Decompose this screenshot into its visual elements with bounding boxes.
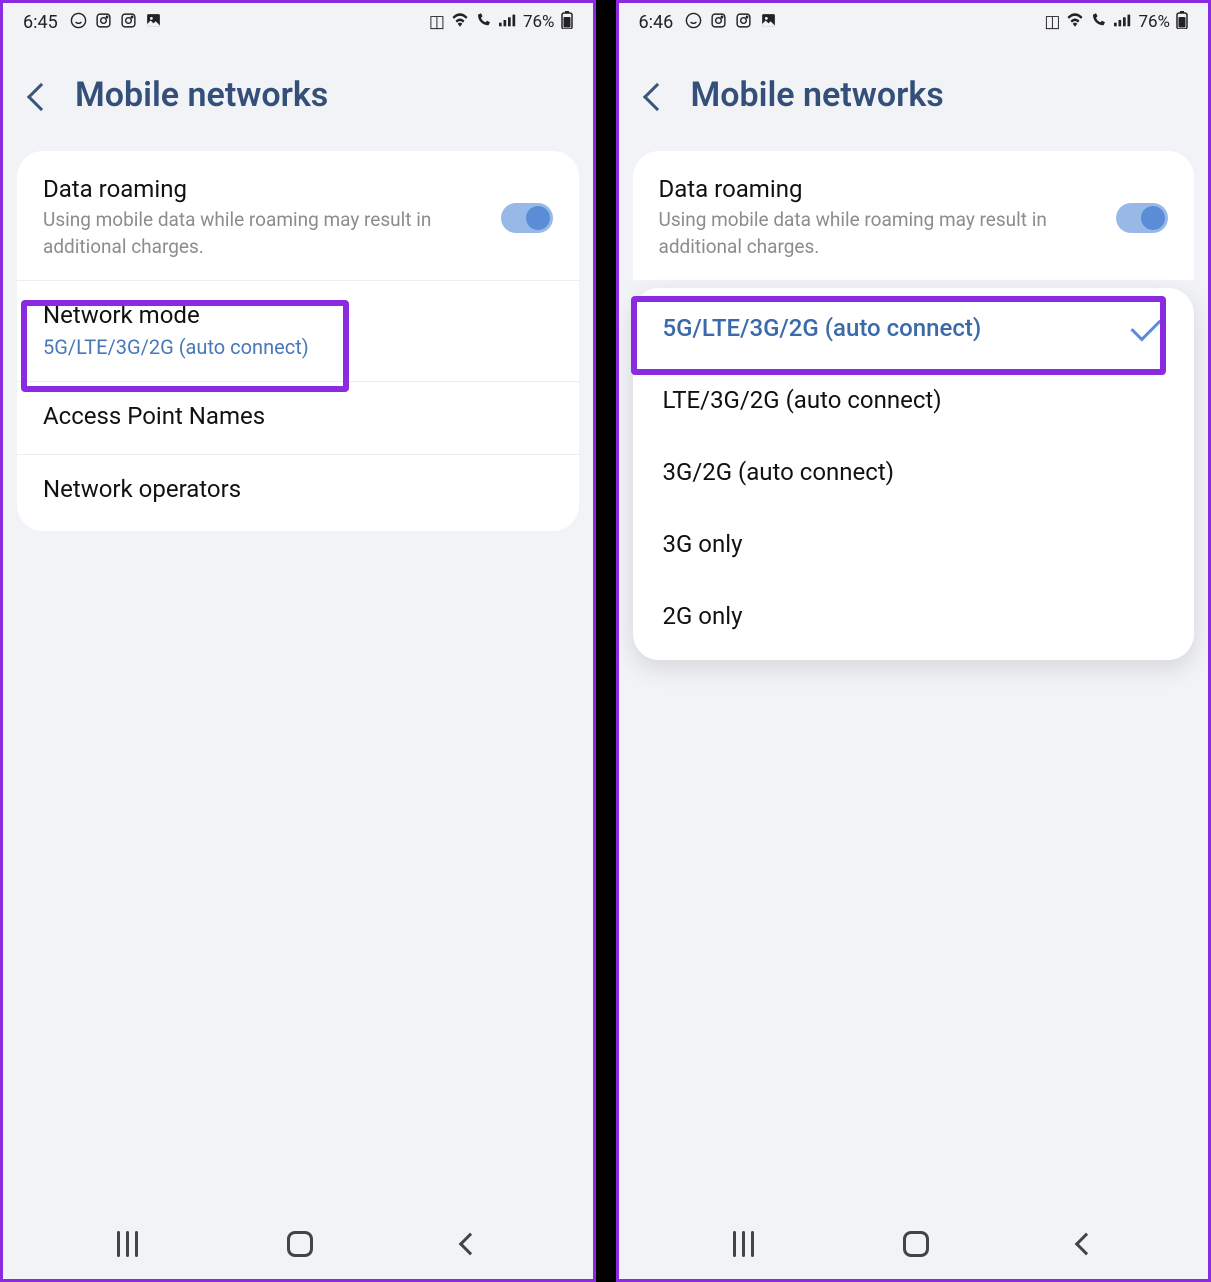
signal-icon <box>1114 13 1132 31</box>
status-time: 6:46 <box>639 12 674 33</box>
dropdown-option[interactable]: 3G/2G (auto connect) <box>633 436 1195 508</box>
battery-percent: 76% <box>1138 12 1170 32</box>
power-save-icon: ◫ <box>429 14 445 31</box>
nav-bar <box>3 1209 593 1279</box>
whatsapp-icon <box>685 12 702 33</box>
power-save-icon: ◫ <box>1044 14 1060 31</box>
network-mode-title: Network mode <box>43 301 553 329</box>
back-icon[interactable] <box>642 83 670 111</box>
battery-icon <box>1176 11 1188 33</box>
page-header: Mobile networks <box>3 39 593 143</box>
nav-back-icon[interactable] <box>459 1233 482 1256</box>
divider <box>596 0 616 1282</box>
back-icon[interactable] <box>27 83 55 111</box>
settings-card: Data roaming Using mobile data while roa… <box>17 151 579 531</box>
nav-recent-icon[interactable] <box>117 1231 138 1257</box>
right-screenshot: 6:46 ◫ 76% <box>616 0 1211 1282</box>
wifi-icon <box>451 13 469 31</box>
data-roaming-row[interactable]: Data roaming Using mobile data while roa… <box>633 155 1195 280</box>
dropdown-option-label: 5G/LTE/3G/2G (auto connect) <box>663 314 982 342</box>
wifi-icon <box>1066 13 1084 31</box>
apn-row[interactable]: Access Point Names <box>17 382 579 455</box>
dropdown-option-label: 2G only <box>663 602 743 630</box>
nav-back-icon[interactable] <box>1074 1233 1097 1256</box>
data-roaming-sub: Using mobile data while roaming may resu… <box>43 207 501 260</box>
page-title: Mobile networks <box>75 75 328 115</box>
instagram-icon <box>95 12 112 33</box>
network-mode-sub: 5G/LTE/3G/2G (auto connect) <box>43 333 553 361</box>
nav-home-icon[interactable] <box>903 1231 929 1257</box>
status-bar: 6:46 ◫ 76% <box>619 3 1209 39</box>
volte-icon <box>1090 13 1108 31</box>
nav-home-icon[interactable] <box>287 1231 313 1257</box>
dropdown-option-label: 3G only <box>663 530 743 558</box>
operators-title: Network operators <box>43 475 553 503</box>
instagram-icon-2 <box>735 12 752 33</box>
page-title: Mobile networks <box>691 75 944 115</box>
dropdown-option[interactable]: 3G only <box>633 508 1195 580</box>
dropdown-option[interactable]: LTE/3G/2G (auto connect) <box>633 364 1195 436</box>
network-mode-row[interactable]: Network mode 5G/LTE/3G/2G (auto connect) <box>17 281 579 382</box>
instagram-icon <box>710 12 727 33</box>
nav-recent-icon[interactable] <box>733 1231 754 1257</box>
dropdown-option-label: LTE/3G/2G (auto connect) <box>663 386 942 414</box>
dropdown-option-selected[interactable]: 5G/LTE/3G/2G (auto connect) <box>633 292 1195 364</box>
image-icon <box>760 12 777 33</box>
status-bar: 6:45 ◫ 76% <box>3 3 593 39</box>
data-roaming-switch[interactable] <box>1116 203 1168 233</box>
dropdown-option-label: 3G/2G (auto connect) <box>663 458 895 486</box>
page-header: Mobile networks <box>619 39 1209 143</box>
left-screenshot: 6:45 ◫ 76% <box>0 0 596 1282</box>
volte-icon <box>475 13 493 31</box>
data-roaming-title: Data roaming <box>43 175 501 203</box>
battery-icon <box>561 11 573 33</box>
check-icon <box>1130 311 1161 342</box>
status-time: 6:45 <box>23 12 58 33</box>
apn-title: Access Point Names <box>43 402 553 430</box>
data-roaming-title: Data roaming <box>659 175 1117 203</box>
image-icon <box>145 12 162 33</box>
operators-row[interactable]: Network operators <box>17 455 579 527</box>
nav-bar <box>619 1209 1209 1279</box>
dropdown-option[interactable]: 2G only <box>633 580 1195 652</box>
data-roaming-switch[interactable] <box>501 203 553 233</box>
data-roaming-row[interactable]: Data roaming Using mobile data while roa… <box>17 155 579 281</box>
data-roaming-sub: Using mobile data while roaming may resu… <box>659 207 1117 260</box>
whatsapp-icon <box>70 12 87 33</box>
signal-icon <box>499 13 517 31</box>
settings-card-top: Data roaming Using mobile data while roa… <box>633 151 1195 280</box>
network-mode-dropdown: 5G/LTE/3G/2G (auto connect) LTE/3G/2G (a… <box>633 288 1195 660</box>
battery-percent: 76% <box>523 12 555 32</box>
instagram-icon-2 <box>120 12 137 33</box>
